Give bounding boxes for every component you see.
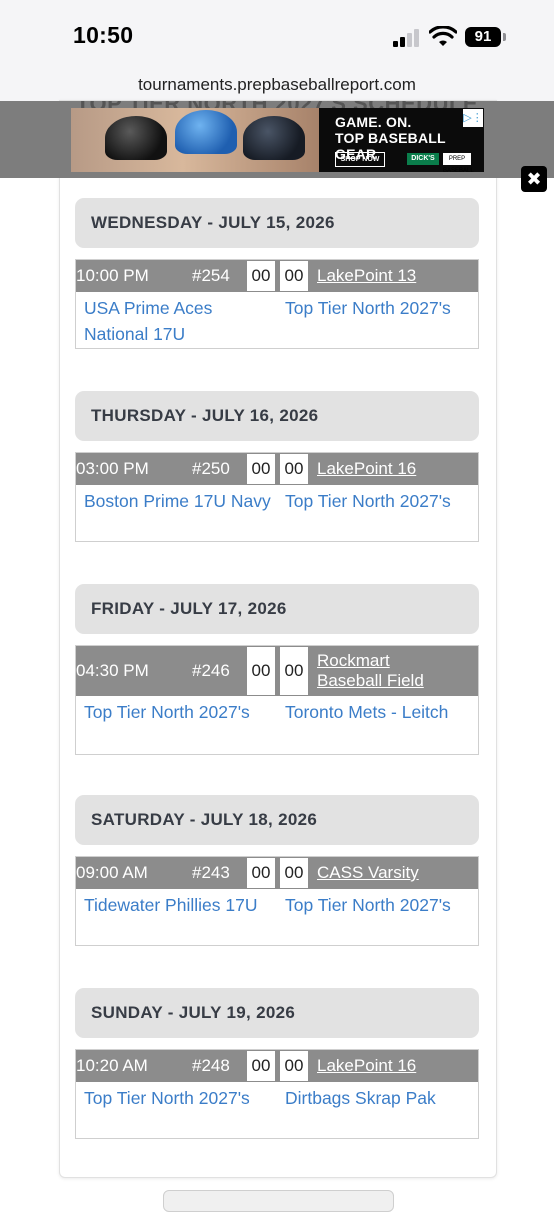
teams-row: Top Tier North 2027's Toronto Mets - Lei… xyxy=(76,696,478,754)
game-table: 09:00 AM #243 00 00 CASS Varsity Tidewat… xyxy=(75,856,479,946)
game-time: 04:30 PM xyxy=(76,661,149,680)
field-link[interactable]: CASS Varsity xyxy=(317,863,419,883)
day-header: SUNDAY - JULY 19, 2026 xyxy=(75,988,479,1038)
score-away: 00 xyxy=(279,1050,309,1082)
day-header: SATURDAY - JULY 18, 2026 xyxy=(75,795,479,845)
team-link[interactable]: Boston Prime 17U Navy xyxy=(84,488,274,514)
team-link[interactable]: Top Tier North 2027's xyxy=(84,1085,274,1111)
score-away: 00 xyxy=(279,646,309,696)
status-bar: 10:50 91 xyxy=(0,0,554,70)
cellular-signal-icon xyxy=(393,29,423,47)
score-home: 00 xyxy=(246,646,276,696)
ad-brand-logo: DICK'S xyxy=(407,153,439,165)
game-number: #250 xyxy=(192,459,230,478)
score-home: 00 xyxy=(246,260,276,292)
game-info-row: 10:00 PM #254 00 00 LakePoint 13 xyxy=(76,260,478,292)
score-away: 00 xyxy=(279,857,309,889)
game-info-row: 03:00 PM #250 00 00 LakePoint 16 xyxy=(76,453,478,485)
game-number: #246 xyxy=(192,661,230,680)
helmet-black-icon xyxy=(105,116,167,160)
bottom-button[interactable] xyxy=(163,1190,394,1212)
team-link[interactable]: Top Tier North 2027's xyxy=(285,488,475,514)
field-link[interactable]: LakePoint 16 xyxy=(317,1056,416,1076)
game-info-row: 09:00 AM #243 00 00 CASS Varsity xyxy=(76,857,478,889)
game-time: 10:00 PM xyxy=(76,266,149,285)
day-block: FRIDAY - JULY 17, 2026 04:30 PM #246 00 … xyxy=(75,584,479,755)
game-time: 03:00 PM xyxy=(76,459,149,478)
game-time: 10:20 AM xyxy=(76,1056,148,1075)
close-icon[interactable]: ✖ xyxy=(521,166,547,192)
day-block: WEDNESDAY - JULY 15, 2026 10:00 PM #254 … xyxy=(75,198,479,349)
team-link[interactable]: Tidewater Phillies 17U xyxy=(84,892,274,918)
status-time: 10:50 xyxy=(73,22,134,48)
ad-headline-line1: GAME. ON. xyxy=(335,114,412,130)
score-away: 00 xyxy=(279,260,309,292)
team-link[interactable]: Toronto Mets - Leitch xyxy=(285,699,475,725)
game-number: #248 xyxy=(192,1056,230,1075)
wifi-icon xyxy=(429,26,457,46)
field-link[interactable]: Rockmart Baseball Field xyxy=(317,651,447,691)
day-block: SATURDAY - JULY 18, 2026 09:00 AM #243 0… xyxy=(75,795,479,946)
score-home: 00 xyxy=(246,857,276,889)
teams-row: Top Tier North 2027's Dirtbags Skrap Pak xyxy=(76,1082,478,1138)
address-bar[interactable]: tournaments.prepbaseballreport.com xyxy=(0,70,554,102)
game-table: 04:30 PM #246 00 00 Rockmart Baseball Fi… xyxy=(75,645,479,755)
ad-shop-now-button[interactable]: SHOP NOW xyxy=(335,152,385,167)
field-link[interactable]: LakePoint 16 xyxy=(317,459,416,479)
helmet-blue-icon xyxy=(175,110,237,154)
teams-row: USA Prime Aces National 17U Top Tier Nor… xyxy=(76,292,478,348)
game-table: 03:00 PM #250 00 00 LakePoint 16 Boston … xyxy=(75,452,479,542)
day-header: WEDNESDAY - JULY 15, 2026 xyxy=(75,198,479,248)
game-number: #243 xyxy=(192,863,230,882)
day-block: THURSDAY - JULY 16, 2026 03:00 PM #250 0… xyxy=(75,391,479,542)
team-link[interactable]: Top Tier North 2027's xyxy=(285,295,475,321)
helmet-dark-icon xyxy=(243,116,305,160)
game-table: 10:00 PM #254 00 00 LakePoint 13 USA Pri… xyxy=(75,259,479,349)
battery-cap xyxy=(503,33,506,41)
day-header: THURSDAY - JULY 16, 2026 xyxy=(75,391,479,441)
battery-icon: 91 xyxy=(465,27,501,47)
score-home: 00 xyxy=(246,1050,276,1082)
day-header: FRIDAY - JULY 17, 2026 xyxy=(75,584,479,634)
team-link[interactable]: Dirtbags Skrap Pak xyxy=(285,1085,475,1111)
score-home: 00 xyxy=(246,453,276,485)
game-table: 10:20 AM #248 00 00 LakePoint 16 Top Tie… xyxy=(75,1049,479,1139)
game-time: 09:00 AM xyxy=(76,863,148,882)
team-link[interactable]: Top Tier North 2027's xyxy=(84,699,274,725)
field-link[interactable]: LakePoint 13 xyxy=(317,266,416,286)
game-number: #254 xyxy=(192,266,230,285)
team-link[interactable]: Top Tier North 2027's xyxy=(285,892,475,918)
game-info-row: 04:30 PM #246 00 00 Rockmart Baseball Fi… xyxy=(76,646,478,696)
ad-overlay: TOP TIER NORTH 2027'S SCHEDULE ▷⋮ GAME. … xyxy=(0,101,554,178)
day-block: SUNDAY - JULY 19, 2026 10:20 AM #248 00 … xyxy=(75,988,479,1139)
team-link[interactable]: USA Prime Aces National 17U xyxy=(84,295,274,347)
game-info-row: 10:20 AM #248 00 00 LakePoint 16 xyxy=(76,1050,478,1082)
teams-row: Tidewater Phillies 17U Top Tier North 20… xyxy=(76,889,478,945)
ad-partner-logo: PREP BASEBALL xyxy=(443,153,474,174)
teams-row: Boston Prime 17U Navy Top Tier North 202… xyxy=(76,485,478,541)
ad-photo xyxy=(71,108,319,172)
score-away: 00 xyxy=(279,453,309,485)
